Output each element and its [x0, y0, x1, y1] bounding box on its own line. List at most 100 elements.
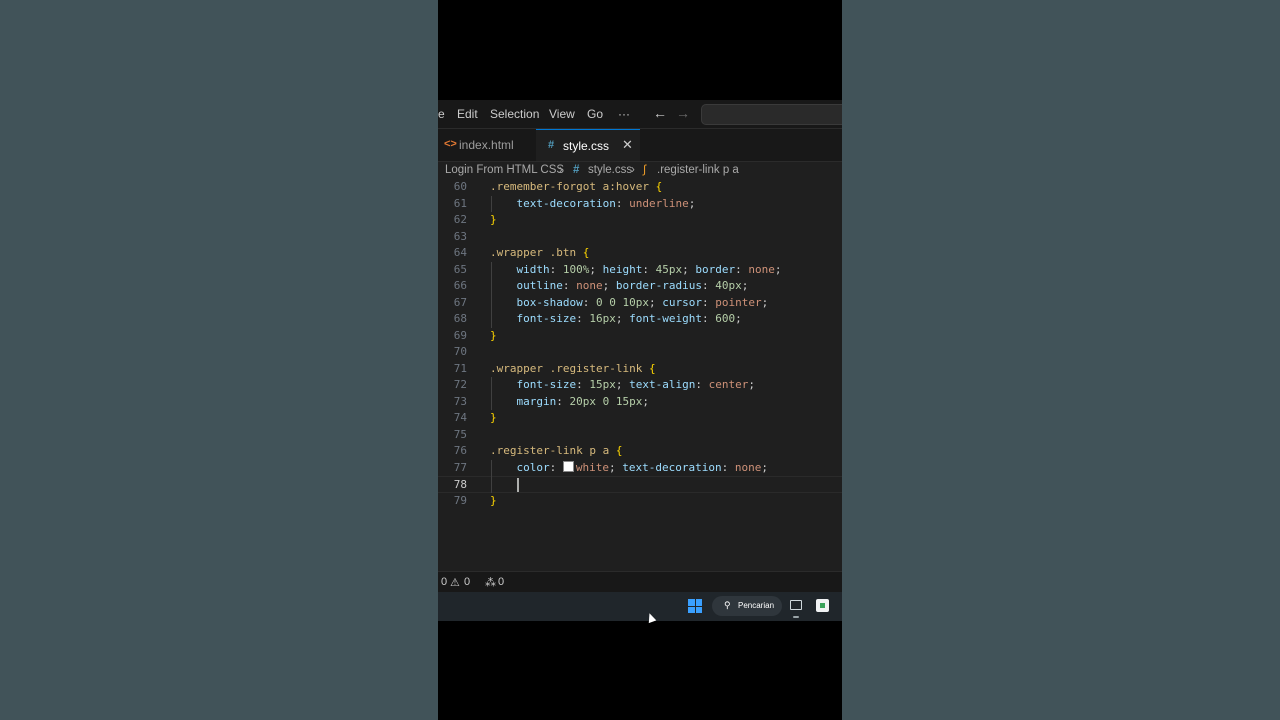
code-line[interactable]: 79} [438, 493, 842, 510]
code-text: color: white; text-decoration: none; [516, 460, 768, 474]
code-text: } [490, 493, 497, 507]
indent-guide [491, 195, 492, 212]
line-number: 77 [453, 460, 467, 474]
code-line[interactable]: 75 [438, 427, 842, 444]
code-line[interactable]: 78 [438, 476, 842, 493]
arrow-right-icon[interactable]: → [676, 105, 690, 121]
indent-guide [491, 459, 492, 493]
ports-icon: ⁂ [485, 577, 496, 589]
code-text: .wrapper .register-link { [490, 361, 656, 375]
code-line[interactable]: 66 outline: none; border-radius: 40px; [438, 278, 842, 295]
menu-view[interactable]: View [549, 107, 575, 121]
code-text: box-shadow: 0 0 10px; cursor: pointer; [516, 295, 769, 309]
line-number: 73 [453, 394, 467, 408]
tab-style-css[interactable]: # style.css ✕ [536, 129, 640, 161]
vscode-window: e Edit Selection View Go ··· ← → <> inde… [438, 100, 842, 592]
chevron-right-icon: › [631, 164, 635, 176]
code-text: text-decoration: underline; [516, 196, 696, 210]
arrow-left-icon[interactable]: ← [653, 105, 667, 121]
line-number: 65 [453, 262, 467, 276]
line-number: 70 [453, 345, 467, 358]
line-number: 63 [453, 229, 467, 243]
task-view-icon[interactable] [790, 600, 802, 610]
code-text: .wrapper .btn { [490, 246, 590, 259]
line-number: 72 [453, 378, 467, 391]
code-line[interactable]: 73 margin: 20px 0 15px; [438, 394, 842, 411]
close-icon[interactable]: ✕ [622, 137, 633, 153]
line-number: 60 [453, 180, 467, 193]
code-line[interactable]: 68 font-size: 16px; font-weight: 600; [438, 311, 842, 328]
code-text: } [490, 328, 497, 342]
symbol-class-icon: ∫ [643, 164, 647, 176]
code-line[interactable]: 74} [438, 410, 842, 427]
chevron-right-icon: › [559, 164, 563, 176]
line-number: 69 [453, 328, 467, 342]
code-line[interactable]: 64 .wrapper .btn { [438, 245, 842, 262]
code-line[interactable]: 71 .wrapper .register-link { [438, 361, 842, 378]
code-text: .register-link p a { [490, 444, 623, 457]
line-number: 78 [453, 478, 467, 491]
html-file-icon: <> [444, 138, 457, 150]
tab-label: style.css [563, 139, 610, 153]
code-text: } [490, 411, 497, 424]
breadcrumb-folder[interactable]: Login From HTML CSS [445, 164, 564, 176]
line-number: 79 [453, 493, 467, 507]
code-text: font-size: 15px; text-align: center; [516, 378, 755, 391]
code-text: margin: 20px 0 15px; [516, 394, 650, 408]
code-line[interactable]: 62} [438, 212, 842, 229]
windows-start-icon[interactable] [688, 599, 702, 613]
line-number: 75 [453, 427, 467, 441]
line-number: 66 [453, 279, 467, 292]
code-line[interactable]: 65 width: 100%; height: 45px; border: no… [438, 262, 842, 279]
taskbar-search[interactable]: ⚲ Pencarian [712, 596, 782, 616]
warning-icon: ⚠ [450, 577, 460, 589]
line-number: 64 [453, 246, 467, 259]
tab-index-html[interactable]: <> index.html [438, 129, 534, 161]
code-line[interactable]: 69} [438, 328, 842, 345]
menu-go[interactable]: Go [587, 107, 603, 121]
line-number: 74 [453, 411, 467, 424]
code-text: font-size: 16px; font-weight: 600; [516, 312, 742, 325]
breadcrumb-file[interactable]: style.css [588, 164, 632, 176]
tab-label: index.html [459, 138, 514, 152]
menu-selection[interactable]: Selection [490, 107, 539, 121]
menu-bar: e Edit Selection View Go ··· ← → [438, 100, 842, 129]
code-line[interactable]: 70 [438, 344, 842, 361]
search-icon: ⚲ [724, 600, 731, 610]
text-cursor [517, 477, 519, 492]
indent-guide [491, 261, 492, 328]
menu-more[interactable]: ··· [618, 107, 630, 121]
menu-edit[interactable]: Edit [457, 107, 478, 121]
errors-count[interactable]: 0 [441, 576, 447, 588]
store-icon[interactable] [816, 599, 829, 612]
line-number: 61 [453, 196, 467, 210]
code-text: .remember-forgot a:hover { [490, 180, 663, 193]
line-number: 67 [453, 295, 467, 309]
ports-count[interactable]: 0 [498, 576, 504, 588]
code-line[interactable]: 61 text-decoration: underline; [438, 196, 842, 213]
breadcrumb-symbol[interactable]: .register-link p a [657, 164, 739, 176]
menu-file[interactable]: e [438, 107, 445, 121]
code-line[interactable]: 72 font-size: 15px; text-align: center; [438, 377, 842, 394]
code-line[interactable]: 60 .remember-forgot a:hover { [438, 180, 842, 196]
code-text: } [490, 213, 497, 226]
code-line[interactable]: 76 .register-link p a { [438, 443, 842, 460]
code-text: width: 100%; height: 45px; border: none; [516, 262, 782, 276]
css-file-icon: # [548, 139, 555, 151]
line-number: 76 [453, 444, 467, 457]
code-line[interactable]: 67 box-shadow: 0 0 10px; cursor: pointer… [438, 295, 842, 312]
indent-guide [491, 377, 492, 410]
code-text: outline: none; border-radius: 40px; [516, 279, 749, 292]
video-frame: e Edit Selection View Go ··· ← → <> inde… [438, 0, 842, 720]
css-file-icon: # [573, 164, 580, 176]
command-center-search[interactable] [701, 104, 842, 125]
editor-tabs: <> index.html # style.css ✕ [438, 129, 842, 162]
code-line[interactable]: 77 color: white; text-decoration: none; [438, 460, 842, 477]
code-line[interactable]: 63 [438, 229, 842, 246]
warnings-count[interactable]: 0 [464, 576, 470, 588]
windows-taskbar: ⚲ Pencarian [438, 592, 842, 621]
taskbar-search-label: Pencarian [738, 601, 775, 610]
code-editor[interactable]: 60 .remember-forgot a:hover { 61 text-deco… [438, 180, 842, 570]
line-number: 62 [453, 213, 467, 226]
